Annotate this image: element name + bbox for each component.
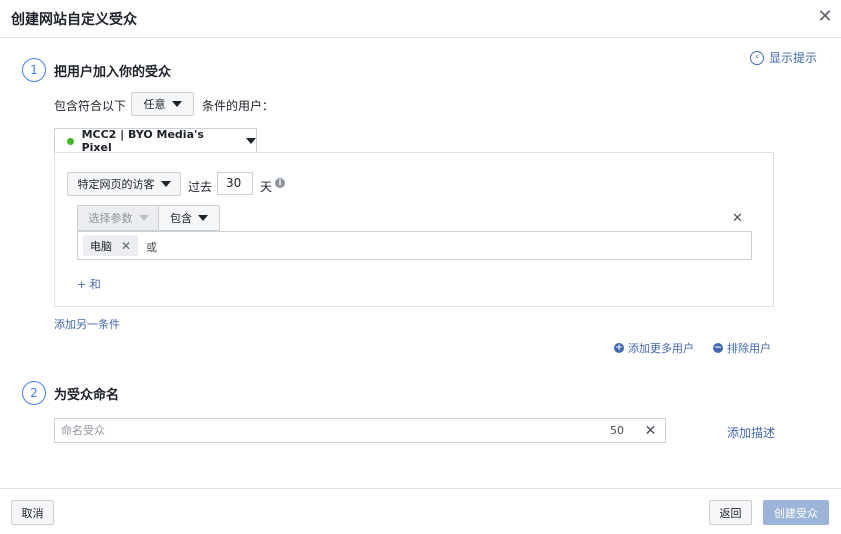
select-parameter-placeholder: 选择参数 [88,212,133,225]
keywords-input[interactable]: 电脑 ✕ 或 [77,231,752,260]
add-more-users-link[interactable]: + 添加更多用户 [614,340,694,356]
remove-chip-icon[interactable]: ✕ [121,239,131,253]
show-hints-link[interactable]: ‹ 显示提示 [750,49,817,66]
keyword-chip-label: 电脑 [90,239,112,253]
operator-value: 包含 [170,212,192,225]
step-1-badge: 1 [22,58,46,82]
clear-name-button[interactable]: ✕ [636,418,666,443]
or-label: 或 [146,241,157,254]
pixel-name: MCC2 | BYO Media's Pixel [81,128,204,154]
plus-circle-icon: + [614,343,624,353]
caret-down-icon [160,181,171,187]
traffic-type-dropdown[interactable]: 特定网页的访客 [67,172,181,196]
select-parameter-dropdown[interactable]: 选择参数 [77,205,159,231]
operator-dropdown[interactable]: 包含 [158,205,220,231]
chevron-left-icon: ‹ [750,50,764,65]
dialog-title: 创建网站自定义受众 [11,12,137,28]
days-unit-label: 天 [260,180,273,194]
caret-down-icon [171,101,182,107]
close-icon[interactable]: ✕ [815,7,835,27]
info-icon[interactable]: i [275,178,285,188]
past-label: 过去 [188,180,213,194]
days-input[interactable]: 30 [217,172,253,195]
caret-down-icon [138,215,149,221]
step-2-title: 为受众命名 [54,388,120,403]
create-audience-button[interactable]: 创建受众 [763,500,829,525]
step-1-title: 把用户加入你的受众 [54,65,172,80]
match-any-value: 任意 [143,98,166,111]
add-more-users-label: 添加更多用户 [628,342,694,355]
audience-name-input[interactable]: 命名受众 [54,418,637,443]
caret-down-icon [198,215,208,221]
add-description-link[interactable]: 添加描述 [727,424,775,441]
clear-icon: ✕ [644,422,657,439]
include-prefix-label: 包含符合以下 [54,99,127,113]
char-count: 50 [610,424,624,437]
exclude-users-label: 排除用户 [727,342,771,355]
add-condition-link[interactable]: 添加另一条件 [54,316,120,332]
exclude-users-link[interactable]: − 排除用户 [713,340,771,356]
create-audience-dialog: 创建网站自定义受众 ✕ ‹ 显示提示 1 把用户加入你的受众 包含符合以下 任意… [0,0,841,534]
traffic-type-value: 特定网页的访客 [77,178,155,191]
show-hints-label: 显示提示 [769,51,818,65]
cancel-button[interactable]: 取消 [11,500,54,525]
keyword-chip: 电脑 ✕ [83,235,139,256]
back-button[interactable]: 返回 [709,500,752,525]
pixel-status-dot [67,137,74,145]
remove-rule-icon[interactable]: ✕ [732,211,743,226]
pixel-dropdown[interactable]: MCC2 | BYO Media's Pixel [54,128,257,154]
minus-circle-icon: − [713,343,723,353]
add-and-rule-link[interactable]: + 和 [77,276,101,292]
step-2-badge: 2 [22,381,46,405]
match-any-dropdown[interactable]: 任意 [131,92,194,116]
caret-down-icon [246,138,256,144]
dialog-header: 创建网站自定义受众 ✕ [0,0,841,38]
include-suffix-label: 条件的用户： [202,99,275,113]
